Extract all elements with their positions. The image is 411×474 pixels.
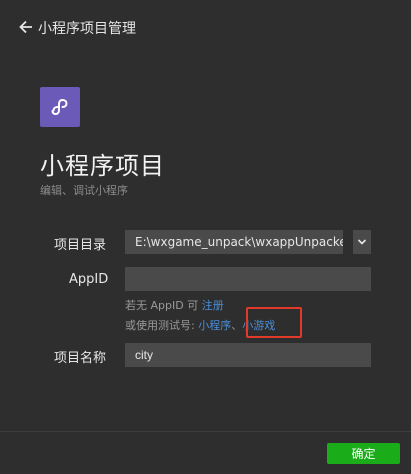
project-name-input[interactable]: [125, 343, 371, 367]
appid-input[interactable]: [125, 267, 371, 291]
main-subtitle: 编辑、调试小程序: [40, 184, 128, 197]
app-logo: [40, 87, 80, 127]
appid-register-hint: 若无 AppID 可 注册: [125, 297, 224, 313]
appid-label: AppID: [69, 272, 109, 287]
footer-divider: [0, 431, 411, 432]
project-dir-label: 项目目录: [54, 238, 107, 253]
register-link[interactable]: 注册: [202, 299, 224, 312]
project-dir-dropdown-button[interactable]: [353, 230, 371, 254]
project-dir-field[interactable]: E:\wxgame_unpack\wxappUnpacker-: [125, 230, 343, 254]
test-account-hint-text: 或使用测试号:: [125, 319, 195, 332]
register-hint-text: 若无 AppID 可: [125, 299, 199, 312]
test-miniprogram-link[interactable]: 小程序: [198, 319, 231, 332]
highlight-annotation-box: [246, 307, 302, 338]
confirm-button[interactable]: 确定: [327, 443, 400, 464]
arrow-left-icon[interactable]: [19, 20, 33, 34]
page-title: 小程序项目管理: [38, 21, 136, 37]
top-bar: 小程序项目管理: [0, 0, 411, 56]
project-name-label: 项目名称: [54, 351, 107, 366]
link-separator: 、: [231, 319, 243, 332]
chevron-down-icon: [357, 239, 367, 245]
main-title: 小程序项目: [40, 152, 165, 180]
link-s-icon: [51, 99, 68, 116]
